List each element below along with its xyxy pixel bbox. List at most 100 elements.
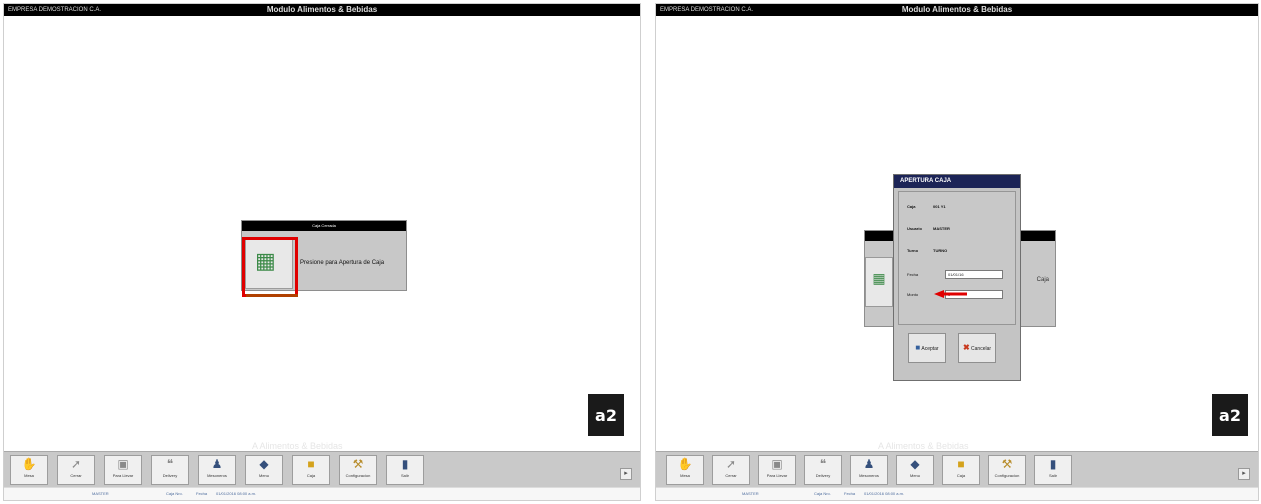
toolbar-label: Caja	[956, 473, 966, 478]
person-icon: ♟	[863, 457, 875, 471]
close-icon: ✖	[962, 343, 970, 352]
toolbar-label: Caja	[306, 473, 316, 478]
toolbar-label: Cerrar	[70, 473, 82, 478]
door-icon: ▮	[1049, 457, 1057, 471]
hand-icon: ✋	[677, 457, 693, 471]
toolbar-label: Delivery	[162, 473, 178, 478]
info-row-caja: Caja 001 Y1	[907, 204, 946, 209]
bag-icon: ▣	[117, 457, 129, 471]
toolbar-button-mesoneros[interactable]: ♟ Mesoneros	[850, 455, 888, 485]
toolbar-label: Para Llevar	[766, 473, 788, 478]
quote-icon: ❝	[819, 457, 827, 471]
toolbar-button-cerrar[interactable]: ➚ Cerrar	[712, 455, 750, 485]
toolbar-button-para-llevar[interactable]: ▣ Para Llevar	[104, 455, 142, 485]
toolbar-button-delivery[interactable]: ❝ Delivery	[151, 455, 189, 485]
dialog-caption: Caja Cerrada	[242, 221, 406, 231]
status-fecha-label: Fecha	[844, 491, 856, 496]
status-user: MASTER	[92, 491, 109, 496]
tools-icon: ⚒	[352, 457, 364, 471]
info-row-turno: Turno TURNO	[907, 248, 947, 253]
bag-icon: ▣	[771, 457, 783, 471]
info-key: Turno	[907, 248, 919, 253]
cashbox-icon: ■	[957, 457, 965, 471]
toolbar-scroll-button[interactable]: ▸	[1238, 468, 1250, 480]
toolbar-label: Mesoneros	[859, 473, 879, 478]
status-caja: Caja Nro.	[166, 491, 183, 496]
toolbar-button-salir[interactable]: ▮ Salir	[386, 455, 424, 485]
info-value: MASTER	[933, 226, 950, 231]
watermark-text: A Alimentos & Bebidas	[252, 441, 343, 451]
status-datetime: 01/01/2016 08:00 a.m.	[864, 491, 905, 496]
watermark-text: A Alimentos & Bebidas	[878, 441, 969, 451]
info-value: 001 Y1	[933, 204, 946, 209]
person-icon: ♟	[211, 457, 223, 471]
toolbar-scroll-button[interactable]: ▸	[620, 468, 632, 480]
toolbar-label: Configuracion	[345, 473, 371, 478]
a2-logo: a2	[588, 394, 624, 436]
pointer-icon: ➚	[725, 457, 737, 471]
toolbar-label: Para Llevar	[112, 473, 134, 478]
toolbar-button-delivery[interactable]: ❝ Delivery	[804, 455, 842, 485]
dialog-caption: APERTURA CAJA	[894, 175, 1020, 188]
toolbar-button-caja[interactable]: ■ Caja	[292, 455, 330, 485]
tag-icon: ◆	[259, 457, 269, 471]
cashbox-icon: ■	[307, 457, 315, 471]
bottom-toolbar: ✋ Mesa ➚ Cerrar ▣ Para Llevar ❝ Delivery ♟ Me…	[4, 451, 640, 488]
info-key: Usuario	[907, 226, 922, 231]
door-icon: ▮	[401, 457, 409, 471]
info-key: Caja	[907, 204, 916, 209]
tools-icon: ⚒	[1001, 457, 1013, 471]
dialog-form-panel: Caja 001 Y1 Usuario MASTER Turno TURNO Fech…	[898, 191, 1016, 325]
toolbar-button-mesoneros[interactable]: ♟ Mesoneros	[198, 455, 236, 485]
annotation-arrow	[934, 290, 967, 298]
toolbar-button-mesa[interactable]: ✋ Mesa	[10, 455, 48, 485]
toolbar-button-cerrar[interactable]: ➚ Cerrar	[57, 455, 95, 485]
highlight-rectangle	[242, 237, 298, 297]
cancel-label: Cancelar	[971, 346, 992, 352]
toolbar-label: Mesa	[24, 473, 34, 478]
toolbar-label: Cerrar	[725, 473, 737, 478]
module-title: Modulo Alimentos & Bebidas	[266, 5, 378, 14]
toolbar-button-salir[interactable]: ▮ Salir	[1034, 455, 1072, 485]
status-caja: Caja Nro.	[814, 491, 831, 496]
right-screen: EMPRESA DEMOSTRACION C.A. Modulo Aliment…	[655, 3, 1259, 501]
toolbar-label: Salir	[1048, 473, 1057, 478]
status-bar: MASTER Caja Nro. Fecha 01/01/2016 08:00 …	[4, 487, 640, 500]
status-fecha-label: Fecha	[196, 491, 208, 496]
toolbar-button-para-llevar[interactable]: ▣ Para Llevar	[758, 455, 796, 485]
toolbar-label: Configuracion	[994, 473, 1020, 478]
fecha-label: Fecha	[907, 272, 919, 277]
bottom-toolbar: ✋ Mesa ➚ Cerrar ▣ Para Llevar ❝ Delivery ♟ Me…	[656, 451, 1258, 488]
toolbar-button-caja[interactable]: ■ Caja	[942, 455, 980, 485]
cashbox-icon: ▦	[865, 257, 893, 307]
toolbar-button-configuracion[interactable]: ⚒ Configuracion	[339, 455, 377, 485]
toolbar-button-mesa[interactable]: ✋ Mesa	[666, 455, 704, 485]
toolbar-label: Mesa	[680, 473, 690, 478]
apertura-caja-dialog: APERTURA CAJA Caja 001 Y1 Usuario MASTER T…	[893, 174, 1021, 381]
tag-icon: ◆	[910, 457, 920, 471]
quote-icon: ❝	[166, 457, 174, 471]
toolbar-label: Salir	[400, 473, 409, 478]
info-value: TURNO	[933, 248, 948, 253]
toolbar-button-configuracion[interactable]: ⚒ Configuracion	[988, 455, 1026, 485]
title-bar: EMPRESA DEMOSTRACION C.A. Modulo Aliment…	[4, 4, 640, 16]
highlight-underline	[246, 294, 298, 297]
cancel-button[interactable]: ✖ Cancelar	[958, 333, 996, 363]
pointer-icon: ➚	[70, 457, 82, 471]
fecha-input[interactable]: 01/01/16	[945, 270, 1003, 279]
status-bar: MASTER Caja Nro. Fecha 01/01/2016 08:00 …	[656, 487, 1258, 500]
toolbar-label: Delivery	[815, 473, 831, 478]
title-bar: EMPRESA DEMOSTRACION C.A. Modulo Aliment…	[656, 4, 1258, 16]
toolbar-button-menu[interactable]: ◆ Menu	[896, 455, 934, 485]
status-user: MASTER	[742, 491, 759, 496]
left-screen: EMPRESA DEMOSTRACION C.A. Modulo Aliment…	[3, 3, 641, 501]
accept-button[interactable]: ■ Aceptar	[908, 333, 946, 363]
monto-label: Monto	[907, 292, 919, 297]
toolbar-label: Menu	[909, 473, 920, 478]
toolbar-button-menu[interactable]: ◆ Menu	[245, 455, 283, 485]
accept-label: Aceptar	[921, 346, 939, 352]
background-dialog-label: Caja	[1036, 277, 1049, 283]
status-datetime: 01/01/2016 08:00 a.m.	[216, 491, 257, 496]
info-row-usuario: Usuario MASTER	[907, 226, 950, 231]
open-caja-label: Presione para Apertura de Caja	[300, 260, 385, 266]
